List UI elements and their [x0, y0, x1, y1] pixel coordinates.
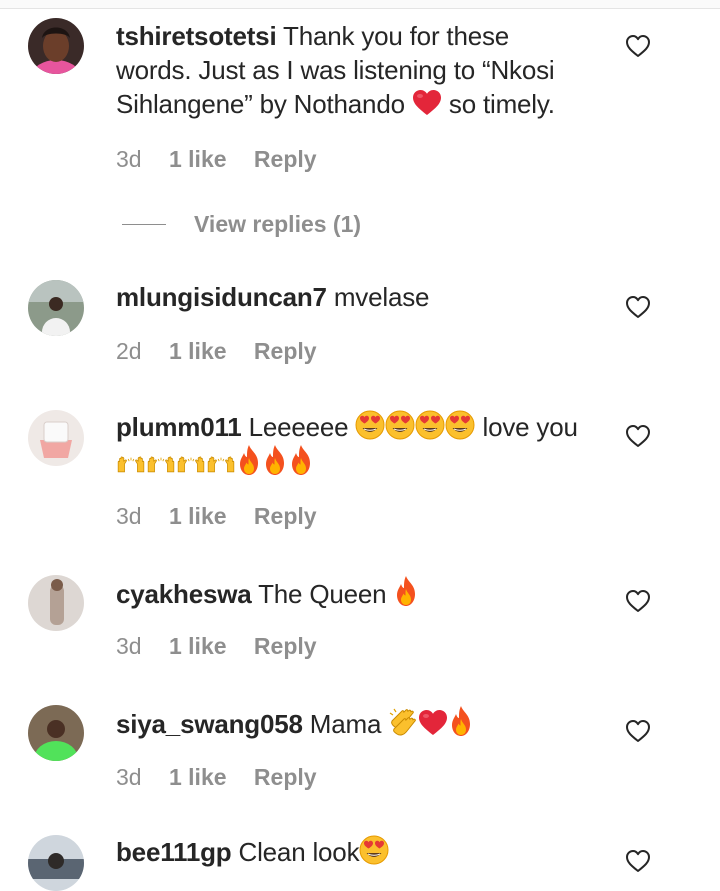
comment-meta: 2d 1 like Reply	[116, 338, 338, 365]
avatar[interactable]	[28, 280, 84, 336]
fire-emoji	[448, 705, 474, 737]
raising-hands-emoji	[176, 452, 206, 476]
comment-meta: 3d 1 like Reply	[116, 146, 338, 173]
raising-hands-emoji	[146, 452, 176, 476]
heart-outline-icon[interactable]	[625, 589, 651, 613]
clapping-hands-emoji	[388, 707, 418, 737]
comment-text: tshiretsotetsi Thank you for these words…	[116, 21, 555, 119]
avatar[interactable]	[28, 410, 84, 466]
comment-username[interactable]: plumm011	[116, 412, 242, 442]
fire-emoji	[288, 444, 314, 476]
fire-emoji	[262, 444, 288, 476]
comment-text: mlungisiduncan7 mvelase	[116, 282, 430, 312]
comment-meta: 3d 1 like Reply	[116, 764, 338, 791]
top-divider	[0, 0, 720, 9]
comment-likes[interactable]: 1 like	[169, 764, 227, 790]
comment-time: 3d	[116, 633, 142, 659]
reply-button[interactable]: Reply	[254, 503, 317, 529]
reply-button[interactable]: Reply	[254, 338, 317, 364]
heart-eyes-emoji	[385, 410, 415, 440]
heart-outline-icon[interactable]	[625, 295, 651, 319]
raising-hands-emoji	[116, 452, 146, 476]
red-heart-emoji	[412, 89, 442, 117]
avatar[interactable]	[28, 18, 84, 74]
comment-meta: 3d 1 like Reply	[116, 633, 338, 660]
heart-outline-icon[interactable]	[625, 34, 651, 58]
comment-username[interactable]: cyakheswa	[116, 579, 252, 609]
fire-emoji	[236, 444, 262, 476]
comment-likes[interactable]: 1 like	[169, 146, 227, 172]
divider-dash	[122, 223, 166, 225]
comment-meta: 3d 1 like Reply	[116, 503, 338, 530]
heart-outline-icon[interactable]	[625, 719, 651, 743]
heart-eyes-emoji	[359, 835, 389, 865]
raising-hands-emoji	[206, 452, 236, 476]
heart-outline-icon[interactable]	[625, 424, 651, 448]
heart-eyes-emoji	[355, 410, 385, 440]
comment-time: 2d	[116, 338, 142, 364]
comment-likes[interactable]: 1 like	[169, 503, 227, 529]
comment-time: 3d	[116, 503, 142, 529]
reply-button[interactable]: Reply	[254, 764, 317, 790]
reply-button[interactable]: Reply	[254, 633, 317, 659]
avatar[interactable]	[28, 705, 84, 761]
comment-text: cyakheswa The Queen	[116, 575, 606, 611]
comment-username[interactable]: mlungisiduncan7	[116, 282, 327, 312]
heart-outline-icon[interactable]	[625, 849, 651, 873]
comment-username[interactable]: bee111gp	[116, 837, 232, 867]
comment-text: plumm011 Leeeeee love you	[116, 410, 606, 480]
comment-likes[interactable]: 1 like	[169, 338, 227, 364]
reply-button[interactable]: Reply	[254, 146, 317, 172]
heart-eyes-emoji	[445, 410, 475, 440]
comment-username[interactable]: tshiretsotetsi	[116, 21, 277, 51]
comment-time: 3d	[116, 146, 142, 172]
heart-eyes-emoji	[415, 410, 445, 440]
avatar[interactable]	[28, 575, 84, 631]
comment-time: 3d	[116, 764, 142, 790]
comment-text: bee111gp Clean look	[116, 835, 606, 869]
comment-username[interactable]: siya_swang058	[116, 709, 303, 739]
comment-likes[interactable]: 1 like	[169, 633, 227, 659]
avatar[interactable]	[28, 835, 84, 891]
comment-text: siya_swang058 Mama	[116, 705, 606, 741]
fire-emoji	[393, 575, 419, 607]
red-heart-emoji	[418, 709, 448, 737]
view-replies-button[interactable]: View replies (1)	[122, 208, 361, 240]
